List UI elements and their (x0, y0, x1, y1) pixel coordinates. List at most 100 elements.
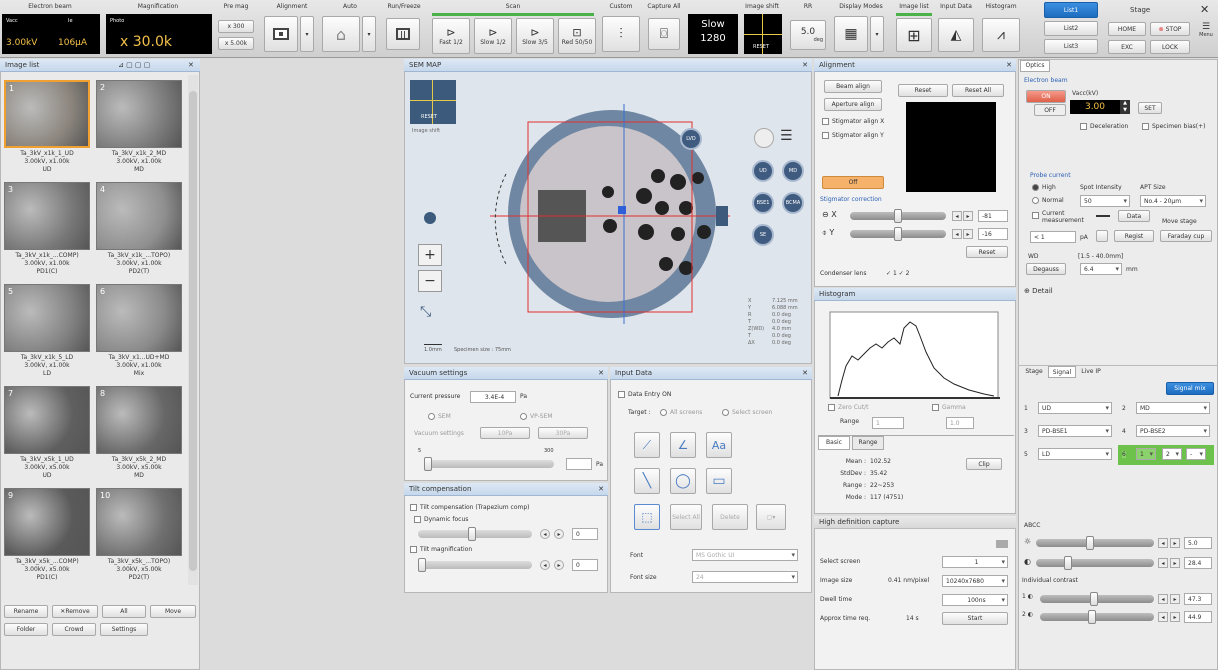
sem-map-reset-pad[interactable]: RESET (410, 80, 456, 124)
arrow-left-icon[interactable]: ◂ (1158, 594, 1168, 604)
list-icon[interactable]: ☰ (780, 128, 793, 144)
electron-beam-display[interactable]: Vacc Ie 3.00kV 106μA (2, 14, 100, 54)
brightness-value[interactable]: 5.0 (1184, 537, 1212, 549)
folder-button[interactable]: Folder (4, 623, 48, 636)
display-modes-dropdown[interactable]: ▾ (870, 16, 884, 52)
arrow-right-icon[interactable]: ▸ (554, 529, 564, 539)
select-tool-icon[interactable]: ⬚ (634, 504, 660, 530)
stig-x-value[interactable]: -81 (978, 210, 1008, 222)
angle-tool-icon[interactable]: ∠ (670, 432, 696, 458)
image-shift-reset[interactable]: RESET (753, 44, 769, 50)
image-thumbnail[interactable]: 3 (4, 182, 90, 250)
image-thumbnail[interactable]: 5 (4, 284, 90, 352)
gamma-input[interactable]: 1.0 (946, 417, 974, 429)
close-icon[interactable]: ✕ (1006, 59, 1012, 72)
arrow-left-icon[interactable]: ◂ (540, 560, 550, 570)
signal-channel-dropdown[interactable]: UD (1038, 402, 1112, 414)
beam-off-button[interactable]: OFF (1034, 104, 1066, 116)
signal-channel-dropdown[interactable]: LD (1038, 448, 1112, 460)
detector-ud-button[interactable]: UD (752, 160, 774, 182)
high-radio[interactable] (1032, 184, 1039, 191)
contrast-2-value[interactable]: 44.9 (1184, 611, 1212, 623)
run-freeze-button[interactable]: || (386, 18, 420, 50)
menu-button[interactable]: ☰ Menu (1198, 22, 1214, 52)
tab-range[interactable]: Range (852, 436, 884, 450)
beam-on-button[interactable]: ON (1026, 90, 1066, 103)
slider-knob[interactable] (894, 227, 902, 241)
dynamic-focus-slider[interactable] (418, 527, 532, 541)
stop-button[interactable]: ⊗ STOP (1150, 22, 1190, 36)
contrast-slider[interactable] (1036, 556, 1154, 570)
vac-pressure-input[interactable] (566, 458, 592, 470)
stig-y-value[interactable]: -16 (978, 228, 1008, 240)
stig-y-checkbox[interactable] (822, 132, 829, 139)
arrow-right-icon[interactable]: ▸ (1170, 594, 1180, 604)
clip-button[interactable]: Clip (966, 458, 1002, 470)
vacc-spinner[interactable]: ▲ ▼ (1120, 100, 1130, 114)
list3-button[interactable]: List3 (1044, 39, 1098, 54)
image-thumbnail[interactable]: 2 (96, 80, 182, 148)
arrow-left-icon[interactable]: ◂ (1158, 538, 1168, 548)
dynamic-focus-value[interactable]: 0 (572, 528, 598, 540)
gamma-checkbox[interactable] (932, 404, 939, 411)
close-icon[interactable]: ✕ (598, 483, 604, 496)
alignment-button[interactable] (264, 16, 298, 52)
image-list-toggle[interactable]: ⊞ (896, 18, 932, 52)
zoom-in-icon[interactable]: + (418, 244, 442, 266)
wd-dropdown[interactable]: 6.4 (1080, 263, 1122, 275)
magnification-display[interactable]: Photo x 30.0k (106, 14, 212, 54)
zoom-pin-icon[interactable] (424, 212, 436, 224)
close-icon[interactable]: ✕ (188, 59, 194, 72)
image-thumbnail[interactable]: 9 (4, 488, 90, 556)
font-dropdown[interactable]: MS Gothic UI (692, 549, 798, 561)
tilt-comp-checkbox[interactable] (410, 504, 417, 511)
slider-knob[interactable] (424, 457, 432, 471)
zoom-out-icon[interactable]: − (418, 270, 442, 292)
signal-channel-dropdown[interactable]: 1 (1136, 448, 1156, 460)
contrast-1-slider[interactable] (1040, 592, 1154, 606)
spot-intensity-dropdown[interactable]: 50 (1080, 195, 1130, 207)
image-thumbnail[interactable]: 10 (96, 488, 182, 556)
normal-radio[interactable] (1032, 197, 1039, 204)
arrow-left-icon[interactable]: ◂ (540, 529, 550, 539)
slider-knob[interactable] (894, 209, 902, 223)
crowd-button[interactable]: Crowd (52, 623, 96, 636)
vp-sem-radio[interactable] (520, 413, 527, 420)
scan-slow1-button[interactable]: ⊳ Slow 1/2 (474, 18, 512, 54)
vacc-kv-value[interactable]: 3.00 (1070, 100, 1120, 114)
signal-mix-dropdown[interactable]: - (1186, 448, 1206, 460)
aperture-align-button[interactable]: Aperture align (824, 98, 882, 111)
custom-button[interactable]: ⫶ (602, 16, 640, 52)
slider-knob[interactable] (468, 527, 476, 541)
data-button[interactable]: Data (1118, 210, 1150, 222)
regist-button[interactable]: Regist (1114, 230, 1154, 242)
rectangle-tool-icon[interactable]: ▭ (706, 468, 732, 494)
stig-x-checkbox[interactable] (822, 118, 829, 125)
tab-signal[interactable]: Signal (1048, 366, 1076, 378)
font-size-dropdown[interactable]: 24 (692, 571, 798, 583)
input-data-toggle[interactable]: ◭ (938, 18, 974, 52)
scan-slow3-button[interactable]: ⊳ Slow 3/5 (516, 18, 554, 54)
close-icon[interactable]: ✕ (1200, 3, 1209, 16)
image-size-dropdown[interactable]: 10240x7680 (942, 575, 1008, 587)
image-list-scrollbar[interactable] (188, 75, 198, 585)
pre-mag-5k-button[interactable]: x 5.00k (218, 37, 254, 50)
signal-channel-dropdown[interactable]: MD (1136, 402, 1210, 414)
histogram-toggle[interactable]: ⩘ (982, 18, 1020, 52)
alignment-dropdown[interactable]: ▾ (300, 16, 314, 52)
fit-view-icon[interactable]: ⤡ (420, 304, 431, 320)
exc-button[interactable]: EXC (1108, 40, 1146, 54)
ellipse-tool-icon[interactable]: ◯ (670, 468, 696, 494)
image-thumbnail[interactable]: 6 (96, 284, 182, 352)
measure-tool-icon[interactable]: ⟋ (634, 432, 660, 458)
stig-x-slider[interactable] (850, 209, 946, 223)
vac-slider[interactable] (424, 457, 554, 471)
settings-button[interactable]: Settings (100, 623, 148, 636)
slider-knob[interactable] (1090, 592, 1098, 606)
move-button[interactable]: Move (150, 605, 196, 618)
all-button[interactable]: All (102, 605, 146, 618)
toolbar-icons[interactable]: ⊿ ▢ ▢ ▢ (118, 59, 150, 72)
slider-knob[interactable] (1086, 536, 1094, 550)
capture-all-button[interactable]: ⌼ (648, 18, 680, 50)
current-measurement-checkbox[interactable] (1032, 212, 1039, 219)
